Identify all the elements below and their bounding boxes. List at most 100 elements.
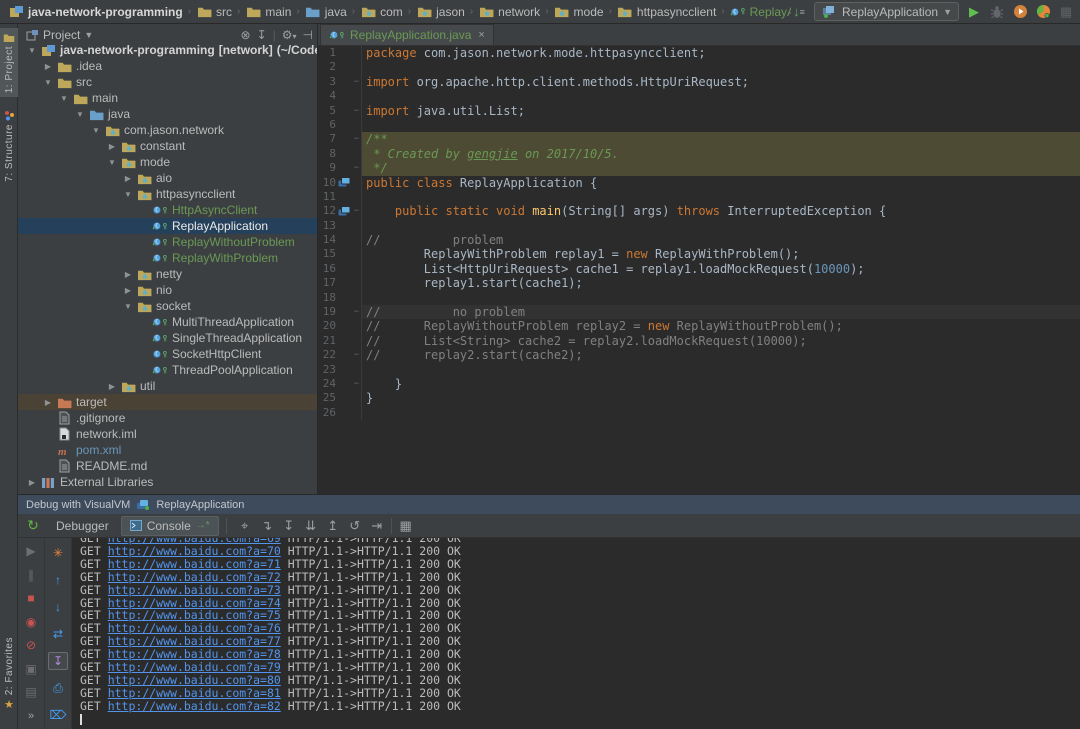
fold-marker-icon[interactable]: − <box>352 161 362 176</box>
code-line[interactable]: 26 <box>318 405 1080 421</box>
code-line[interactable]: 16 List<HttpUriRequest> cache1 = replay1… <box>318 261 1080 277</box>
tree-item[interactable]: ▶ External Libraries <box>18 474 317 490</box>
scroll-to-end-icon[interactable]: ↧ <box>48 652 68 670</box>
tree-item[interactable]: ▼ java-network-programming [network] (~/Cod… <box>18 42 317 58</box>
step-out-icon[interactable]: ↥ <box>322 518 344 534</box>
debug-icon[interactable] <box>989 4 1005 20</box>
tree-item[interactable]: m pom.xml <box>18 442 317 458</box>
chevron-down-icon[interactable]: ▼ <box>72 110 88 119</box>
tree-item[interactable]: C ThreadPoolApplication <box>18 362 317 378</box>
chevron-down-icon[interactable]: ▼ <box>88 126 104 135</box>
thread-dump-icon[interactable]: ▣ <box>21 662 41 677</box>
stripe-structure-button[interactable]: 7: Structure <box>0 110 18 182</box>
run-icon[interactable]: ▶ <box>966 4 982 20</box>
breadcrumb-item[interactable]: mode <box>552 4 606 20</box>
update-icon[interactable]: ↓ ≡ <box>791 4 807 20</box>
chevron-down-icon[interactable]: ▼ <box>56 94 72 103</box>
chevron-down-icon[interactable]: ▼ <box>24 46 40 55</box>
code-line[interactable]: 25} <box>318 391 1080 406</box>
code-line[interactable]: 15 ReplayWithProblem replay1 = new Repla… <box>318 247 1080 262</box>
breadcrumb-item[interactable]: src <box>194 4 234 20</box>
breadcrumb-item[interactable]: httpasyncclient <box>615 4 718 20</box>
chevron-right-icon[interactable]: ▶ <box>120 286 136 295</box>
code-line[interactable]: 6 <box>318 117 1080 133</box>
request-url-link[interactable]: http://www.baidu.com?a=71 <box>108 557 281 571</box>
request-url-link[interactable]: http://www.baidu.com?a=77 <box>108 634 281 648</box>
code-line[interactable]: 4 <box>318 89 1080 104</box>
close-icon[interactable]: × <box>476 29 484 41</box>
tree-item[interactable]: ▶ nio <box>18 282 317 298</box>
tree-item[interactable]: C ReplayApplication <box>18 218 317 234</box>
tree-item[interactable]: ▶ target <box>18 394 317 410</box>
stop-icon[interactable]: ■ <box>21 591 41 606</box>
code-line[interactable]: 18 <box>318 290 1080 306</box>
down-stack-icon[interactable]: ↓ <box>48 598 68 616</box>
request-url-link[interactable]: http://www.baidu.com?a=70 <box>108 544 281 558</box>
request-url-link[interactable]: http://www.baidu.com?a=72 <box>108 570 281 584</box>
code-line[interactable]: 1 package com.jason.network.mode.httpasyn… <box>318 46 1080 61</box>
code-line[interactable]: 9 − */ <box>318 161 1080 176</box>
code-line[interactable]: 11 <box>318 189 1080 205</box>
clear-all-icon[interactable]: ⌦ <box>48 706 68 724</box>
fold-marker-icon[interactable]: − <box>352 204 362 219</box>
tree-item[interactable]: ▼ httpasyncclient <box>18 186 317 202</box>
stripe-favorites-button[interactable]: 2: Favorites ★ <box>0 637 18 711</box>
fold-marker-icon[interactable]: − <box>352 305 362 320</box>
tree-item[interactable]: ▶ util <box>18 378 317 394</box>
tree-item[interactable]: ▶ .idea <box>18 58 317 74</box>
visualvm-snapshot-icon[interactable]: ✳ <box>48 544 68 562</box>
breadcrumb-item[interactable]: java <box>303 4 349 20</box>
coverage-icon[interactable] <box>1012 4 1028 20</box>
pause-icon[interactable]: ∥ <box>21 568 41 583</box>
run-to-cursor-icon[interactable]: ⇥ <box>366 518 388 534</box>
chevron-right-icon[interactable]: ▶ <box>24 478 40 487</box>
request-url-link[interactable]: http://www.baidu.com?a=82 <box>108 699 281 713</box>
chevron-right-icon[interactable]: ▶ <box>120 174 136 183</box>
tree-item[interactable]: network.iml <box>18 426 317 442</box>
force-step-into-icon[interactable]: ⇊ <box>300 518 322 534</box>
request-url-link[interactable]: http://www.baidu.com?a=78 <box>108 647 281 661</box>
tree-item[interactable]: C HttpAsyncClient <box>18 202 317 218</box>
tree-item[interactable]: ▶ aio <box>18 170 317 186</box>
request-url-link[interactable]: http://www.baidu.com?a=79 <box>108 660 281 674</box>
fold-marker-icon[interactable]: − <box>352 132 362 147</box>
evaluate-expression-icon[interactable]: ▦ <box>395 518 417 534</box>
code-line[interactable]: 13 <box>318 218 1080 234</box>
code-line[interactable]: 21 // List<String> cache2 = replay2.loadM… <box>318 333 1080 349</box>
request-url-link[interactable]: http://www.baidu.com?a=81 <box>108 686 281 700</box>
step-into-icon[interactable]: ↧ <box>278 518 300 534</box>
code-line[interactable]: 3− import org.apache.http.client.methods.… <box>318 74 1080 90</box>
chevron-down-icon[interactable]: ▼ <box>104 158 120 167</box>
breadcrumb-item[interactable]: com <box>358 4 405 20</box>
code-line[interactable]: 10 public class ReplayApplication { <box>318 175 1080 190</box>
visualvm-icon[interactable] <box>1035 4 1051 20</box>
chevron-right-icon[interactable]: ▶ <box>40 398 56 407</box>
tree-item[interactable]: ▼ java <box>18 106 317 122</box>
layout-settings-icon[interactable]: ▤ <box>21 685 41 700</box>
soft-wrap-icon[interactable]: ⇄ <box>48 625 68 643</box>
code-line[interactable]: 2 <box>318 60 1080 75</box>
tree-item[interactable]: C ReplayWithProblem <box>18 250 317 266</box>
fold-marker-icon[interactable]: − <box>352 348 362 363</box>
breadcrumb-item[interactable]: C ReplayApplication <box>728 4 791 20</box>
settings-icon[interactable]: ⚙▾ <box>282 28 297 42</box>
more-actions-icon[interactable]: » <box>21 709 41 724</box>
tab-replayapplication-java[interactable]: C ReplayApplication.java × <box>320 24 494 45</box>
code-editor[interactable]: 1 package com.jason.network.mode.httpasyn… <box>318 46 1080 494</box>
request-url-link[interactable]: http://www.baidu.com?a=73 <box>108 583 281 597</box>
tree-item[interactable]: ▶ constant <box>18 138 317 154</box>
tree-item[interactable]: ▼ socket <box>18 298 317 314</box>
chevron-right-icon[interactable]: ▶ <box>40 62 56 71</box>
code-line[interactable]: 12 − public static void main(String[] arg… <box>318 204 1080 219</box>
tree-item[interactable]: ▼ src <box>18 74 317 90</box>
gutter-frames-icon[interactable] <box>336 204 352 219</box>
hide-icon[interactable]: ⊣ <box>303 28 313 42</box>
fold-marker-icon[interactable]: − <box>352 103 362 118</box>
code-line[interactable]: 14 // problem <box>318 233 1080 248</box>
mute-breakpoints-icon[interactable]: ⊘ <box>21 638 41 653</box>
show-execution-point-icon[interactable]: ⌖ <box>234 518 256 534</box>
code-line[interactable]: 7 −/** <box>318 132 1080 147</box>
code-line[interactable]: 17 replay1.start(cache1); <box>318 276 1080 291</box>
request-url-link[interactable]: http://www.baidu.com?a=75 <box>108 608 281 622</box>
breadcrumb-item[interactable]: java-network-programming <box>6 4 185 20</box>
